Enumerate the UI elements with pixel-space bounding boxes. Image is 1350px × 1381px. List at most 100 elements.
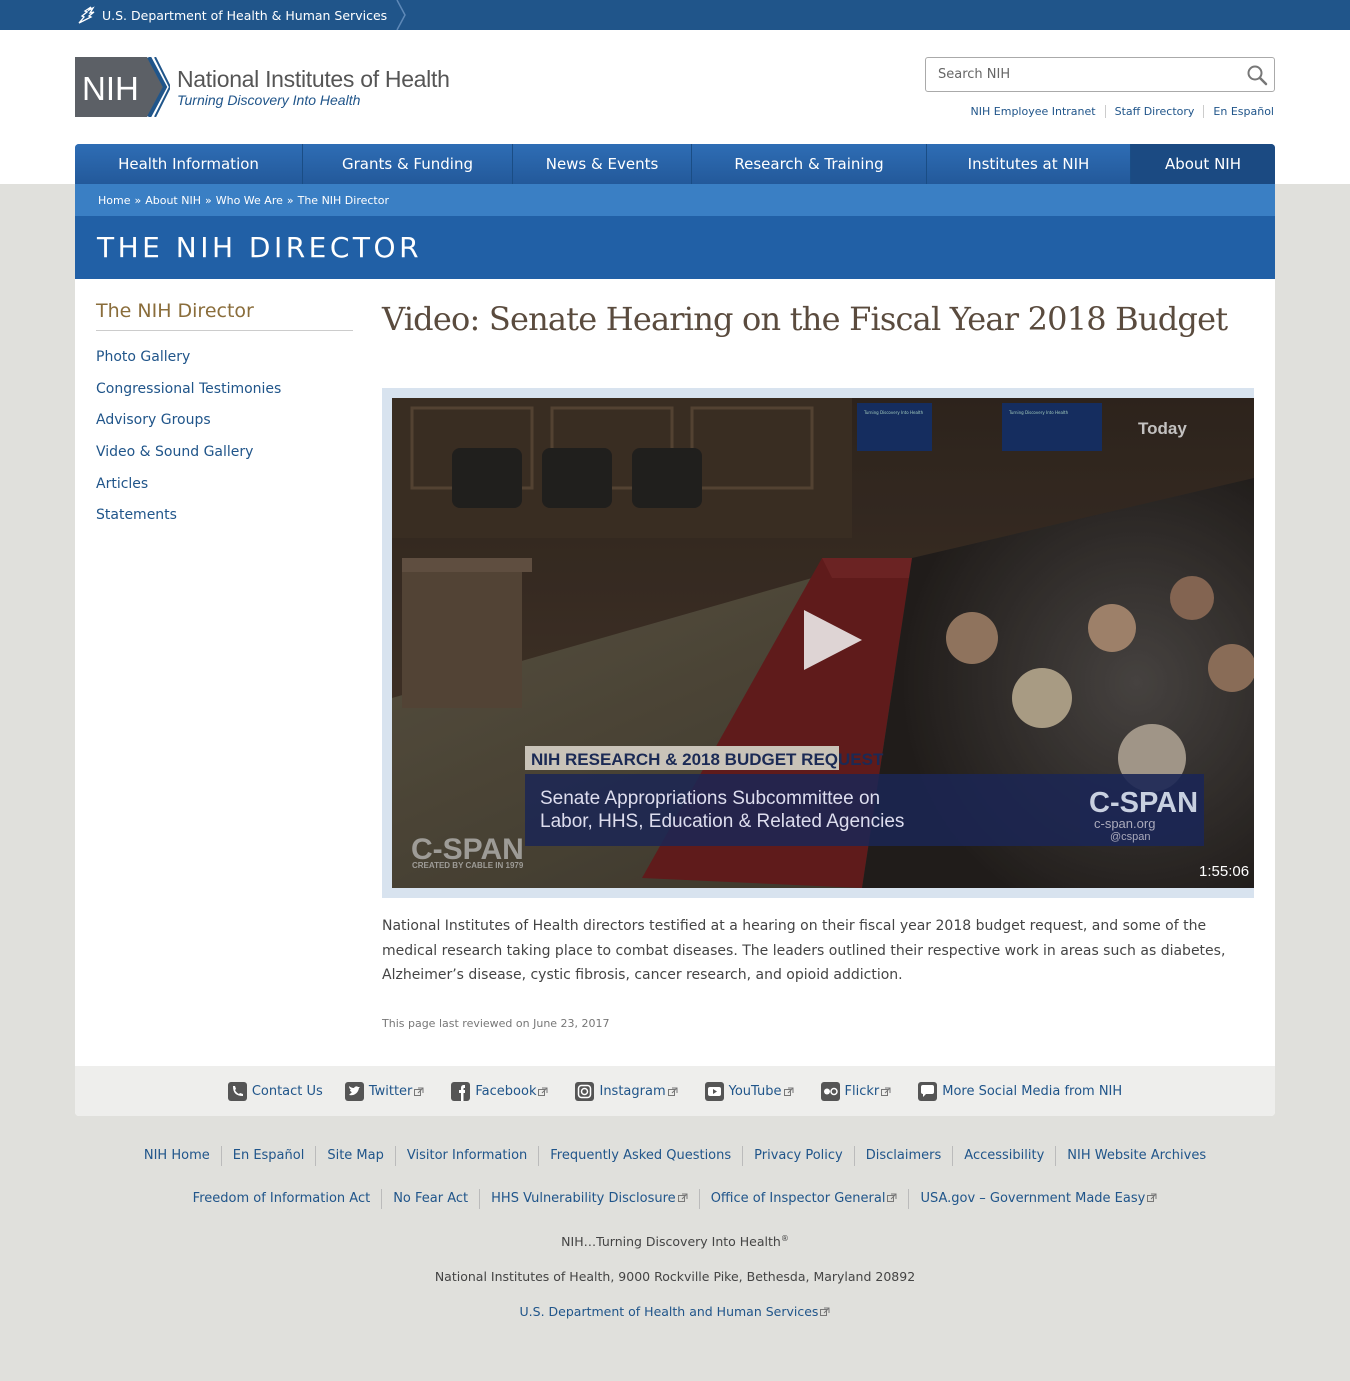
espanol-link[interactable]: En Español <box>1203 105 1274 118</box>
facebook-icon <box>451 1081 471 1101</box>
youtube-icon <box>704 1081 724 1101</box>
footer-link-label: Freedom of Information Act <box>192 1191 371 1206</box>
chevron-right-icon <box>396 0 407 30</box>
main-content: Video: Senate Hearing on the Fiscal Year… <box>382 300 1254 1030</box>
sidebar-item-photo-gallery[interactable]: Photo Gallery <box>96 349 190 365</box>
footer-address: National Institutes of Health, 9000 Rock… <box>434 1269 916 1284</box>
nav-institutes[interactable]: Institutes at NIH <box>927 144 1131 184</box>
footer-accessibility[interactable]: Accessibility <box>952 1146 1055 1166</box>
sidebar-item-statements[interactable]: Statements <box>96 507 177 523</box>
search-input[interactable] <box>926 58 1226 91</box>
nih-logo-mark: NIH <box>75 57 170 117</box>
nav-grants-funding[interactable]: Grants & Funding <box>303 144 513 184</box>
external-link-icon <box>667 1087 678 1096</box>
external-link-icon <box>820 1307 830 1316</box>
employee-intranet-link[interactable]: NIH Employee Intranet <box>962 105 1105 118</box>
footer-visitor-info[interactable]: Visitor Information <box>394 1146 538 1166</box>
nav-research-training[interactable]: Research & Training <box>692 144 927 184</box>
video-corner-label: Today <box>1138 419 1187 438</box>
sidebar-item-advisory-groups[interactable]: Advisory Groups <box>96 412 211 428</box>
social-label: Contact Us <box>251 1083 323 1099</box>
social-contact-us[interactable]: Contact Us <box>227 1081 323 1101</box>
section-title: THE NIH DIRECTOR <box>97 231 423 264</box>
sidebar-item-testimonies[interactable]: Congressional Testimonies <box>96 381 281 397</box>
utility-links: NIH Employee Intranet Staff Directory En… <box>962 105 1274 118</box>
footer-link-label: Office of Inspector General <box>710 1191 886 1206</box>
search-icon[interactable] <box>1246 64 1268 86</box>
breadcrumb-separator: » <box>204 193 212 207</box>
footer-hhs-label: U.S. Department of Health and Human Serv… <box>519 1304 819 1319</box>
footer-hhs: U.S. Department of Health and Human Serv… <box>0 1304 1350 1319</box>
footer-no-fear[interactable]: No Fear Act <box>381 1189 479 1209</box>
footer-link-label: No Fear Act <box>393 1191 469 1206</box>
hhs-link[interactable]: U.S. Department of Health & Human Servic… <box>75 0 407 30</box>
footer-espanol[interactable]: En Español <box>220 1146 316 1166</box>
footer-tagline: NIH…Turning Discovery Into Health® <box>0 1234 1350 1249</box>
video-player[interactable]: Turning Discovery Into Health Turning Di… <box>392 398 1254 888</box>
footer-hhs-link[interactable]: U.S. Department of Health and Human Serv… <box>520 1304 831 1319</box>
video-thumbnail: Turning Discovery Into Health Turning Di… <box>392 398 1254 888</box>
external-link-icon <box>887 1193 897 1202</box>
footer-usagov[interactable]: USA.gov – Government Made Easy <box>908 1189 1168 1209</box>
lower-third-line1: Senate Appropriations Subcommittee on <box>540 788 880 809</box>
badge-logo: C-SPAN <box>1089 787 1198 819</box>
flickr-icon <box>820 1081 840 1101</box>
breadcrumb-who-we-are[interactable]: Who We Are <box>216 194 283 207</box>
external-link-icon <box>538 1087 548 1096</box>
sidebar-item-video-sound[interactable]: Video & Sound Gallery <box>96 444 253 460</box>
social-label: Instagram <box>599 1083 666 1099</box>
chat-icon <box>918 1081 938 1101</box>
video-frame: Turning Discovery Into Health Turning Di… <box>382 388 1254 898</box>
badge-url: c-span.org <box>1094 816 1155 831</box>
external-link-icon <box>881 1087 891 1096</box>
nav-news-events[interactable]: News & Events <box>513 144 692 184</box>
instagram-icon <box>575 1081 595 1101</box>
page-title: Video: Senate Hearing on the Fiscal Year… <box>382 300 1228 338</box>
badge-handle: @cspan <box>1110 831 1151 843</box>
breadcrumb-home[interactable]: Home <box>98 194 130 207</box>
footer-site-map[interactable]: Site Map <box>315 1146 395 1166</box>
external-link-icon <box>783 1087 793 1096</box>
external-link-icon <box>1147 1193 1157 1202</box>
social-twitter[interactable]: Twitter <box>344 1081 430 1101</box>
phone-icon <box>227 1081 247 1101</box>
footer-links-row2: Freedom of Information Act No Fear Act H… <box>0 1189 1350 1209</box>
social-flickr[interactable]: Flickr <box>820 1081 897 1101</box>
footer-disclaimers[interactable]: Disclaimers <box>853 1146 953 1166</box>
footer-privacy[interactable]: Privacy Policy <box>742 1146 854 1166</box>
nih-logo[interactable]: NIH National Institutes of Health Turnin… <box>75 57 450 117</box>
breadcrumb-current: The NIH Director <box>297 193 389 207</box>
social-label: More Social Media from NIH <box>942 1083 1123 1099</box>
footer-faq[interactable]: Frequently Asked Questions <box>538 1146 742 1166</box>
footer-link-label: HHS Vulnerability Disclosure <box>491 1191 676 1206</box>
registered-mark: ® <box>780 1234 789 1243</box>
footer-oig[interactable]: Office of Inspector General <box>698 1189 909 1209</box>
sidebar: The NIH Director Photo Gallery Congressi… <box>96 300 353 531</box>
footer-link-label: USA.gov – Government Made Easy <box>920 1191 1146 1206</box>
staff-directory-link[interactable]: Staff Directory <box>1104 105 1204 118</box>
footer-vulnerability[interactable]: HHS Vulnerability Disclosure <box>479 1189 699 1209</box>
nav-about-nih[interactable]: About NIH <box>1131 144 1275 184</box>
social-label: Facebook <box>475 1083 537 1099</box>
hhs-label: U.S. Department of Health & Human Servic… <box>102 7 388 23</box>
video-description: National Institutes of Health directors … <box>382 918 1226 983</box>
nav-health-information[interactable]: Health Information <box>75 144 303 184</box>
twitter-icon <box>344 1081 364 1101</box>
footer-archives[interactable]: NIH Website Archives <box>1055 1146 1217 1166</box>
logo-mark-text: NIH <box>82 70 139 107</box>
main-nav: Health Information Grants & Funding News… <box>75 144 1275 184</box>
external-link-icon <box>414 1087 424 1096</box>
page-container: Home » About NIH » Who We Are » The NIH … <box>75 184 1275 1116</box>
section-banner: THE NIH DIRECTOR <box>75 216 1275 279</box>
social-facebook[interactable]: Facebook <box>451 1081 553 1101</box>
social-more[interactable]: More Social Media from NIH <box>918 1081 1123 1101</box>
breadcrumb: Home » About NIH » Who We Are » The NIH … <box>75 184 1275 216</box>
footer-foia[interactable]: Freedom of Information Act <box>182 1189 382 1209</box>
breadcrumb-about[interactable]: About NIH <box>145 194 201 207</box>
social-instagram[interactable]: Instagram <box>575 1081 682 1101</box>
logo-tagline: Turning Discovery Into Health <box>177 92 361 108</box>
social-youtube[interactable]: YouTube <box>704 1081 799 1101</box>
footer-nih-home[interactable]: NIH Home <box>133 1146 221 1166</box>
footer-tagline-text: NIH…Turning Discovery Into Health <box>561 1234 781 1250</box>
sidebar-item-articles[interactable]: Articles <box>96 476 148 492</box>
